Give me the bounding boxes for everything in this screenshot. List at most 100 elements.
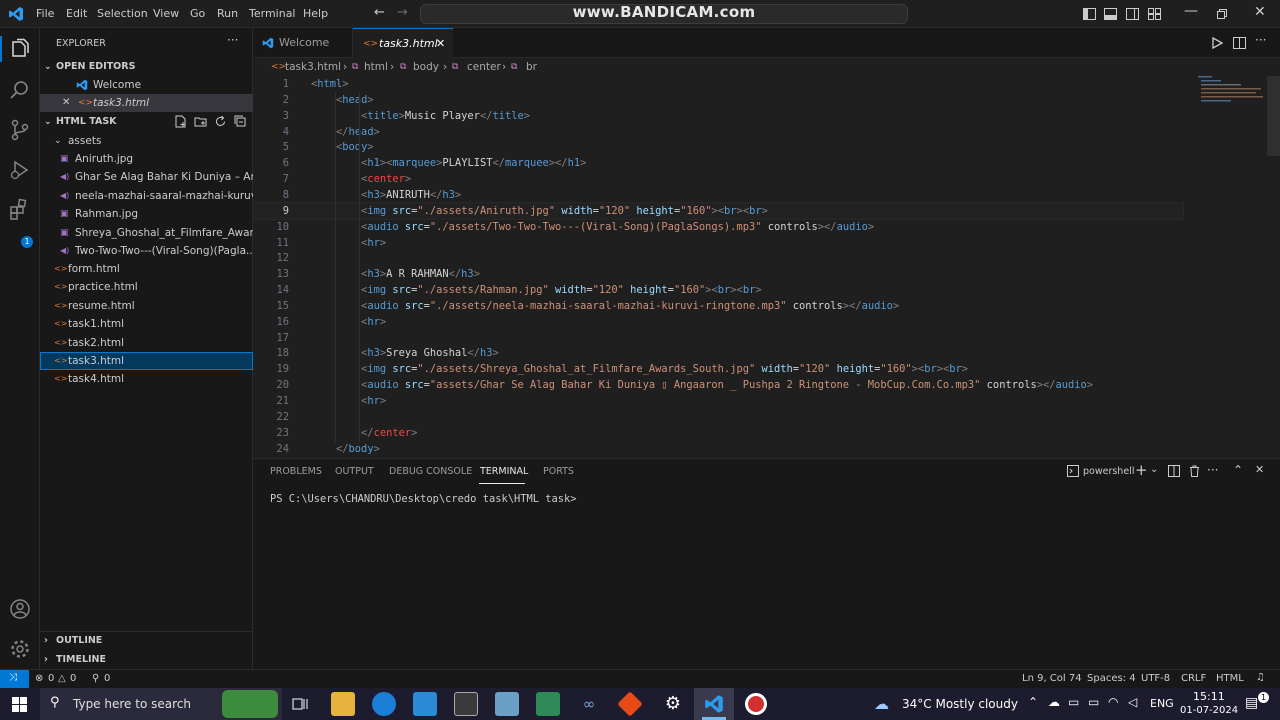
run-debug-icon[interactable] [8,158,32,182]
onedrive-icon[interactable]: ☁ [1048,695,1060,709]
close-icon[interactable]: ✕ [62,94,70,112]
open-editor-task3[interactable]: ✕ <> task3.html [40,94,253,112]
file-item[interactable]: <> task4.html [40,370,253,388]
code-line[interactable]: 4 </head> [253,124,1253,140]
file-item[interactable]: <> task2.html [40,334,253,352]
menu-edit[interactable]: Edit [66,7,87,20]
source-control-icon[interactable] [8,118,32,142]
indentation[interactable]: Spaces: 4 [1087,673,1136,684]
remote-button[interactable]: ⤨ [0,670,29,689]
file-item[interactable]: ◀) Two-Two-Two---(Viral-Song)(Pagla... [40,242,253,260]
battery-icon[interactable]: ▭ [1088,695,1099,709]
code-line[interactable]: 10 <audio src="./assets/Two-Two-Two---(V… [253,219,1253,235]
more-actions-icon[interactable]: ··· [1207,463,1218,477]
tab-output[interactable]: OUTPUT [335,466,374,477]
code-line[interactable]: 19 <img src="./assets/Shreya_Ghoshal_at_… [253,361,1253,377]
more-actions-icon[interactable]: ··· [1255,33,1266,47]
code-line[interactable]: 12 [253,250,1253,266]
new-file-icon[interactable] [174,115,187,128]
file-item[interactable]: <> form.html [40,260,253,278]
collapse-all-icon[interactable] [234,115,247,128]
code-line[interactable]: 2 <head> [253,92,1253,108]
menu-run[interactable]: Run [217,7,238,20]
file-item[interactable]: <> resume.html [40,297,253,315]
code-line[interactable]: 7 <center> [253,171,1253,187]
tab-ports[interactable]: PORTS [543,466,574,477]
forward-arrow-icon[interactable]: → [397,5,408,20]
notification-center-icon[interactable]: ▤ [1245,695,1258,711]
breadcrumb-item[interactable]: body [413,58,439,76]
code-line[interactable]: 11 <hr> [253,235,1253,251]
notepad-app-icon[interactable] [495,692,519,716]
code-line[interactable]: 22 [253,409,1253,425]
clock-time[interactable]: 15:11 [1193,690,1225,703]
chevron-down-icon[interactable]: ⌄ [1150,464,1158,475]
settings-gear-icon[interactable] [8,637,32,661]
minimize-icon[interactable]: — [1184,3,1198,19]
menu-terminal[interactable]: Terminal [249,7,296,20]
error-count[interactable]: 0 [48,673,54,684]
task-view-icon[interactable] [292,696,308,712]
menu-selection[interactable]: Selection [97,7,148,20]
weather-text[interactable]: 34°C Mostly cloudy [902,697,1018,711]
code-line[interactable]: 5 <body> [253,139,1253,155]
code-line[interactable]: 14 <img src="./assets/Rahman.jpg" width=… [253,282,1253,298]
restore-icon[interactable] [1217,9,1227,19]
wifi-icon[interactable]: ◠ [1108,695,1118,709]
breadcrumb-item[interactable]: br [526,58,537,76]
taskbar-search-box[interactable]: ⚲ Type here to search [40,688,282,720]
shell-name[interactable]: powershell [1083,466,1134,477]
tab-welcome[interactable]: Welcome [253,28,353,58]
infinity-app-icon[interactable]: ∞ [577,692,601,716]
input-language[interactable]: ENG [1150,697,1174,710]
terminal-app-icon[interactable] [454,692,478,716]
assets-folder[interactable]: ⌄ assets [40,132,253,150]
excel-app-icon[interactable] [536,692,560,716]
toggle-primary-sidebar-icon[interactable] [1083,8,1096,20]
code-line[interactable]: 17 [253,330,1253,346]
vertical-scrollbar[interactable] [1267,76,1280,156]
code-line[interactable]: 18 <h3>Sreya Ghoshal</h3> [253,345,1253,361]
menu-help[interactable]: Help [303,7,328,20]
warning-count[interactable]: 0 [70,673,76,684]
code-line[interactable]: 20 <audio src="assets/Ghar Se Alag Bahar… [253,377,1253,393]
mail-app-icon[interactable] [413,692,437,716]
code-line[interactable]: 8 <h3>ANIRUTH</h3> [253,187,1253,203]
open-editors-header[interactable]: ⌄ OPEN EDITORS [40,58,253,76]
refresh-icon[interactable] [214,115,227,128]
terminal-prompt[interactable]: PS C:\Users\CHANDRU\Desktop\credo task\H… [270,493,577,505]
split-terminal-icon[interactable] [1168,465,1180,477]
code-line[interactable]: 24 </body> [253,441,1253,457]
file-item[interactable]: ▣ Rahman.jpg [40,205,253,223]
code-line[interactable]: 15 <audio src="./assets/neela-mazhai-saa… [253,298,1253,314]
more-actions-icon[interactable]: ··· [227,33,238,47]
breadcrumb-item[interactable]: task3.html [285,58,341,76]
toggle-secondary-sidebar-icon[interactable] [1126,8,1139,20]
vscode-app-active[interactable] [694,688,734,720]
search-icon[interactable] [8,78,32,102]
breadcrumb-item[interactable]: center [467,58,501,76]
back-arrow-icon[interactable]: ← [374,5,385,20]
maximize-panel-icon[interactable]: ⌃ [1233,463,1243,477]
file-item[interactable]: ▣ Shreya_Ghoshal_at_Filmfare_Award... [40,224,253,242]
extensions-icon[interactable] [8,198,32,222]
volume-icon[interactable]: ◁ [1128,695,1137,709]
timeline-header[interactable]: › TIMELINE [40,651,253,669]
code-line[interactable]: 21 <hr> [253,393,1253,409]
minimap[interactable] [1196,74,1266,108]
file-item[interactable]: ▣ Aniruth.jpg [40,150,253,168]
code-line[interactable]: 16 <hr> [253,314,1253,330]
menu-file[interactable]: File [36,7,54,20]
file-item[interactable]: ◀) neela-mazhai-saaral-mazhai-kuruvi... [40,187,253,205]
code-line[interactable]: 13 <h3>A R RAHMAN</h3> [253,266,1253,282]
customize-layout-icon[interactable] [1148,8,1161,20]
code-line[interactable]: 3 <title>Music Player</title> [253,108,1253,124]
encoding[interactable]: UTF-8 [1141,673,1170,684]
tab-problems[interactable]: PROBLEMS [270,466,322,477]
close-window-icon[interactable]: ✕ [1254,4,1266,20]
notifications-bell-icon[interactable]: ♫ [1256,672,1265,683]
line-ending[interactable]: CRLF [1181,673,1206,684]
split-editor-icon[interactable] [1233,37,1246,49]
show-hidden-icons-icon[interactable]: ⌃ [1028,695,1038,709]
windows-start-icon[interactable] [12,697,27,712]
